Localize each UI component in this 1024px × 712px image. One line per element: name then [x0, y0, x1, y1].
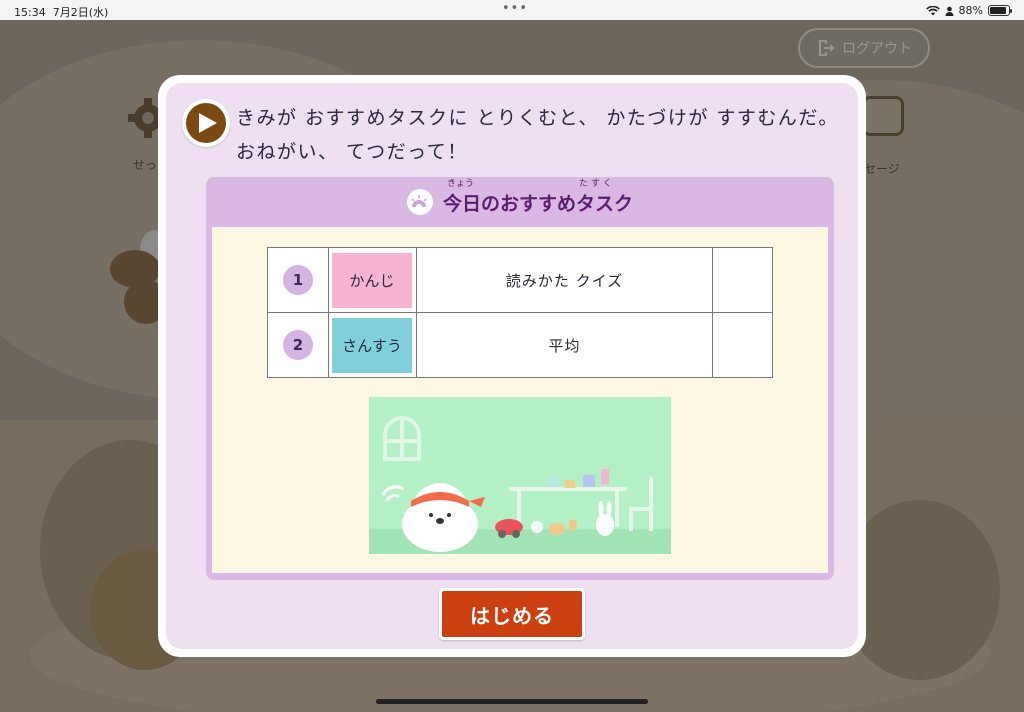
task-row[interactable]: 1 かんじ 読みかた クイズ — [267, 247, 773, 313]
task-status-cell — [712, 312, 773, 378]
task-panel-header: きょう た す く 今日のおすすめタスク — [206, 177, 834, 227]
status-bar: 15:34 7月2日(水) ••• 88% — [0, 0, 1024, 20]
task-name: 平均 — [416, 312, 713, 378]
task-row[interactable]: 2 さんすう 平均 — [267, 312, 773, 378]
logout-icon — [819, 40, 835, 56]
multitask-dots-icon[interactable]: ••• — [502, 1, 528, 16]
recommended-task-dialog: きみが おすすめタスクに とりくむと、 かたづけが すすむんだ。 おねがい、 て… — [158, 75, 866, 657]
title-ruby-kyou: きょう — [446, 178, 474, 189]
settings-menu-label: せっ — [133, 158, 158, 172]
status-right: 88% — [925, 4, 1012, 17]
start-button[interactable]: はじめる — [439, 588, 585, 640]
logout-label: ログアウト — [842, 41, 912, 57]
sun-icon — [406, 189, 433, 215]
wifi-icon — [925, 5, 940, 15]
task-number-badge: 1 — [283, 265, 313, 295]
title-ruby-task: た す く — [578, 178, 612, 189]
status-time: 15:34 7月2日(水) — [14, 6, 109, 19]
task-status-cell — [712, 247, 773, 313]
battery-icon — [988, 5, 1012, 16]
person-icon — [945, 6, 954, 16]
home-indicator[interactable] — [376, 699, 648, 704]
start-button-label: はじめる — [442, 591, 582, 637]
intro-message: きみが おすすめタスクに とりくむと、 かたづけが すすむんだ。 おねがい、 て… — [236, 107, 839, 163]
task-subject-tag: さんすう — [332, 317, 412, 373]
task-number-badge: 2 — [283, 330, 313, 360]
battery-fill — [990, 7, 1006, 14]
message-menu-label: セージ — [864, 162, 900, 176]
message-icon[interactable] — [862, 96, 904, 136]
task-name: 読みかた クイズ — [416, 247, 713, 313]
dialog-content: きみが おすすめタスクに とりくむと、 かたづけが すすむんだ。 おねがい、 て… — [166, 83, 858, 649]
task-panel-title-wrap: きょう た す く 今日のおすすめタスク — [442, 179, 633, 216]
play-icon — [186, 103, 226, 143]
logout-button[interactable]: ログアウト — [798, 28, 930, 68]
battery-percent: 88% — [958, 4, 983, 17]
tidying-room-illustration — [369, 397, 671, 554]
task-subject-tag: かんじ — [332, 252, 412, 308]
task-panel-title: 今日のおすすめタスク — [442, 192, 633, 215]
play-audio-button[interactable] — [182, 99, 230, 147]
task-table: 1 かんじ 読みかた クイズ 2 さんすう 平均 — [267, 247, 773, 378]
task-panel: きょう た す く 今日のおすすめタスク 1 かんじ 読みかた クイズ 2 さん… — [206, 177, 834, 580]
task-panel-body: 1 かんじ 読みかた クイズ 2 さんすう 平均 — [212, 227, 828, 573]
